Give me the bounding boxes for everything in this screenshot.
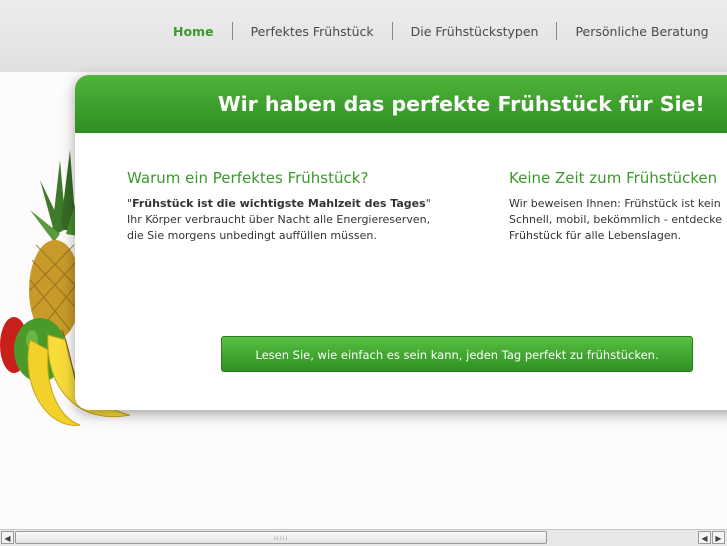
- main-nav: Home Perfektes Frühstück Die Frühstückst…: [155, 20, 727, 42]
- column-keine-zeit: Keine Zeit zum Frühstücken Wir beweisen …: [509, 170, 722, 244]
- grip-icon: ⁞⁞⁞⁞⁞: [274, 535, 289, 542]
- text-line: Wir beweisen Ihnen: Frühstück ist kein: [509, 196, 722, 212]
- read-more-button[interactable]: Lesen Sie, wie einfach es sein kann, jed…: [221, 336, 693, 372]
- text-line: Schnell, mobil, bekömmlich - entdecke: [509, 212, 722, 228]
- card-header: Wir haben das perfekte Frühstück für Sie…: [75, 75, 727, 133]
- text-line: die Sie morgens unbedingt auffüllen müss…: [127, 228, 431, 244]
- quote-line: "Frühstück ist die wichtigste Mahlzeit d…: [127, 196, 431, 212]
- nav-item-fruehstueckstypen[interactable]: Die Frühstückstypen: [393, 24, 557, 39]
- text-line: Frühstück für alle Lebenslagen.: [509, 228, 722, 244]
- nav-item-persoenliche-beratung[interactable]: Persönliche Beratung: [557, 24, 726, 39]
- text-line: Ihr Körper verbraucht über Nacht alle En…: [127, 212, 431, 228]
- top-navigation-bar: Home Perfektes Frühstück Die Frühstückst…: [0, 0, 727, 72]
- nav-item-home[interactable]: Home: [155, 24, 232, 39]
- quote-bold: Frühstück ist die wichtigste Mahlzeit de…: [132, 197, 426, 210]
- arrow-left-icon[interactable]: ◀: [698, 531, 711, 544]
- column-warum: Warum ein Perfektes Frühstück? "Frühstüc…: [127, 170, 431, 244]
- nav-item-perfektes-fruehstueck[interactable]: Perfektes Frühstück: [233, 24, 392, 39]
- arrow-right-icon[interactable]: ▶: [712, 531, 725, 544]
- heading-keine-zeit: Keine Zeit zum Frühstücken: [509, 170, 722, 186]
- heading-warum: Warum ein Perfektes Frühstück?: [127, 170, 431, 186]
- card-title: Wir haben das perfekte Frühstück für Sie…: [218, 92, 705, 116]
- hero-card: Wir haben das perfekte Frühstück für Sie…: [75, 75, 727, 410]
- horizontal-scrollbar[interactable]: ◀ ⁞⁞⁞⁞⁞ ◀ ▶: [0, 529, 727, 546]
- scrollbar-thumb[interactable]: ⁞⁞⁞⁞⁞: [15, 531, 547, 544]
- arrow-left-icon[interactable]: ◀: [1, 531, 14, 544]
